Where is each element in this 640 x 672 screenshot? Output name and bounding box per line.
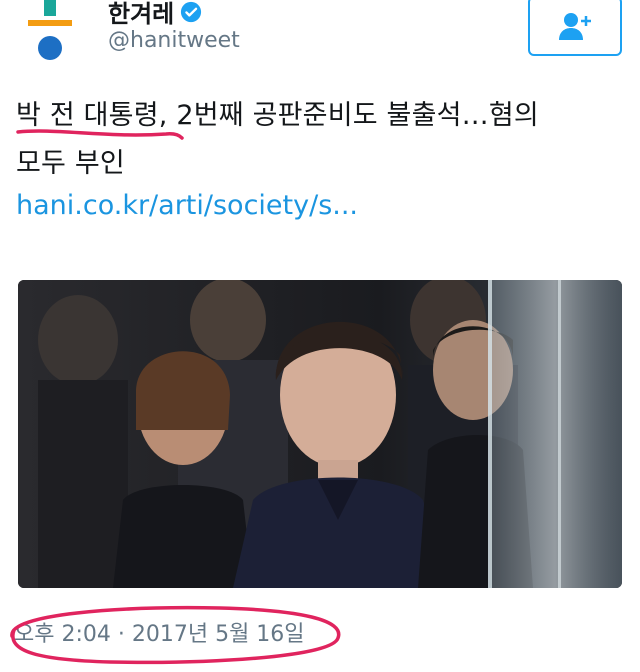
tweet-timestamp[interactable]: 오후 2:04 · 2017년 5월 16일 <box>14 616 305 648</box>
follow-button[interactable] <box>528 0 622 56</box>
hankyoreh-logo-icon[interactable] <box>22 0 82 64</box>
verified-badge-icon <box>181 1 202 22</box>
article-link[interactable]: hani.co.kr/arti/society/s... <box>16 190 358 221</box>
tweet-text: 박 전 대통령, 2번째 공판준비도 불출석…혐의 모두 부인 <box>16 92 616 188</box>
account-handle[interactable]: @hanitweet <box>108 28 240 53</box>
display-name[interactable]: 한겨레 <box>108 0 174 29</box>
tweet-text-line-1: 박 전 대통령, 2번째 공판준비도 불출석…혐의 <box>16 100 539 131</box>
account-name[interactable]: 한겨레 <box>108 0 202 29</box>
news-photo[interactable] <box>18 280 622 588</box>
add-user-icon <box>559 13 591 40</box>
tweet-text-line-2: 모두 부인 <box>16 148 125 179</box>
